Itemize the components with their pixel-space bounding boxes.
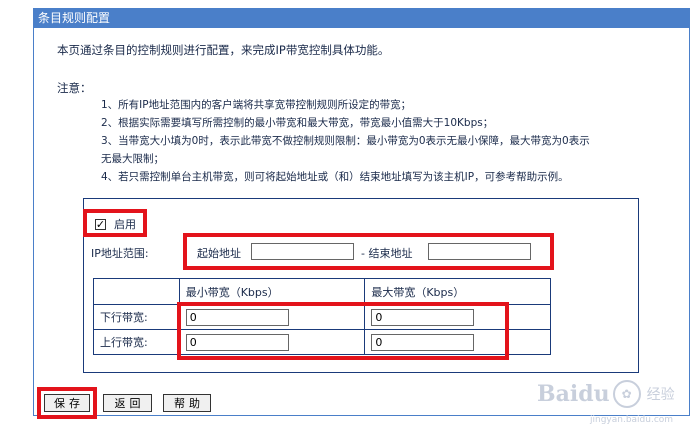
table-row: 上行带宽: [93,329,551,355]
window-title: 条目规则配置 [33,8,690,28]
end-address-input[interactable] [428,243,531,260]
notice-line-3: 3、当带宽大小填为0时，表示此带宽不做控制规则限制：最小带宽为0表示无最小保障，… [101,135,590,147]
ip-range-label: IP地址范围: [91,247,149,260]
back-button[interactable]: 返回 [103,394,152,412]
start-address-input[interactable] [251,243,354,260]
watermark-brand: Baidu [537,381,610,407]
watermark-url: jingyan.baidu.com [590,415,674,425]
enable-label: 启用 [114,218,136,231]
notice-heading: 注意： [57,81,92,95]
notice-line-1: 1、所有IP地址范围内的客户端将共享宽带控制规则所设定的带宽； [101,99,412,111]
downlink-min-input[interactable] [185,308,289,326]
downlink-label: 下行带宽: [93,304,180,330]
bandwidth-header-row: 最小带宽（Kbps） 最大带宽（Kbps） [93,278,551,305]
table-row: 下行带宽: [93,304,551,330]
end-address-label: - 结束地址 [361,247,413,260]
enable-checkbox[interactable]: ✓ [95,218,106,230]
intro-text: 本页通过条目的控制规则进行配置，来完成IP带宽控制具体功能。 [57,43,390,57]
notice-line-5: 4、若只需控制单台主机带宽，则可将起始地址或（和）结束地址填写为该主机IP，可参… [101,171,569,183]
max-bandwidth-header: 最大带宽（Kbps） [364,278,551,305]
watermark-suffix: 经验 [646,387,675,403]
uplink-max-input[interactable] [371,333,475,351]
bandwidth-table: 最小带宽（Kbps） 最大带宽（Kbps） 下行带宽: 上行带宽: [93,278,551,355]
start-address-label: 起始地址 [197,247,241,260]
uplink-label: 上行带宽: [93,329,180,355]
downlink-max-cell [364,304,551,330]
downlink-max-input[interactable] [371,308,475,326]
baidu-watermark: Baidu ✿ 经验 [537,380,675,408]
uplink-min-input[interactable] [185,333,289,351]
min-bandwidth-header: 最小带宽（Kbps） [178,278,366,305]
downlink-min-cell [178,304,366,330]
header-empty-cell [93,278,180,305]
uplink-max-cell [364,329,551,355]
paw-icon: ✿ [612,380,641,408]
notice-line-4: 无最大限制； [101,153,164,165]
notice-line-2: 2、根据实际需要填写所需控制的最小带宽和最大带宽，带宽最小值需大于10Kbps； [101,117,494,129]
save-button[interactable]: 保存 [44,394,90,412]
uplink-min-cell [178,329,366,355]
help-button[interactable]: 帮助 [163,394,211,412]
enable-row[interactable]: ✓ 启用 [95,216,136,232]
